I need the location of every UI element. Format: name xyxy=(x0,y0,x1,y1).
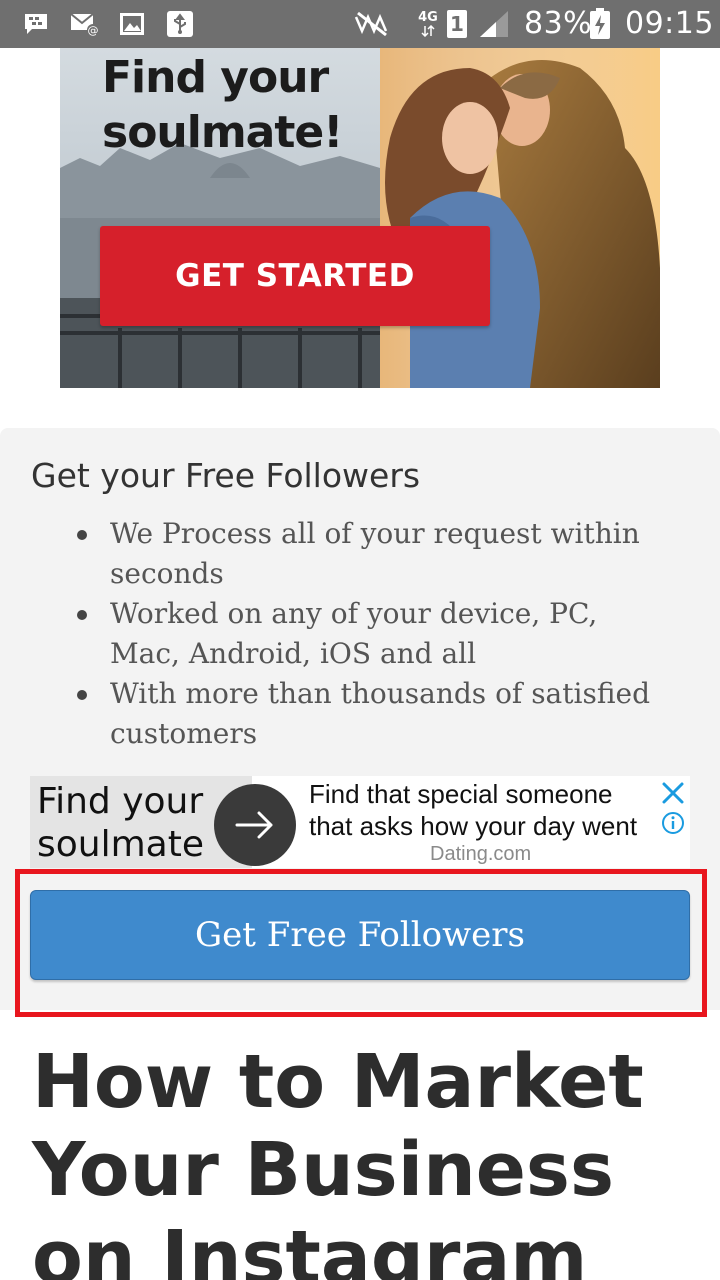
banner-headline: Find your soulmate! xyxy=(102,52,343,158)
status-bar: @ 4G 1 83% 09:15 xyxy=(0,0,720,48)
card-title: Get your Free Followers xyxy=(31,456,421,495)
banner-ad[interactable]: Find your soulmate! GET STARTED xyxy=(60,48,660,388)
image-icon xyxy=(118,10,146,38)
sim-slot-label: 1 xyxy=(447,10,467,38)
feature-item: With more than thousands of satisfied cu… xyxy=(77,674,670,754)
article-title: How to Market Your Business on Instagram xyxy=(32,1039,644,1280)
ad-line-2: that asks how your day went xyxy=(309,811,638,841)
info-icon[interactable] xyxy=(661,811,685,835)
native-ad[interactable]: Find your soulmate Find that special som… xyxy=(30,776,690,868)
bullet-icon xyxy=(77,690,87,700)
network-4g-label: 4G xyxy=(418,10,438,25)
close-icon[interactable] xyxy=(660,780,686,806)
feature-item: Worked on any of your device, PC, Mac, A… xyxy=(77,594,670,674)
battery-percent: 83% xyxy=(524,6,593,41)
ad-line-1: Find that special someone xyxy=(309,779,613,809)
feature-text: With more than thousands of satisfied cu… xyxy=(110,677,650,750)
bullet-icon xyxy=(77,530,87,540)
signal-icon xyxy=(478,10,510,38)
bullet-icon xyxy=(77,610,87,620)
clock: 09:15 xyxy=(625,6,714,41)
feature-text: We Process all of your request within se… xyxy=(110,517,640,590)
feature-list: We Process all of your request within se… xyxy=(77,514,670,754)
network-4g-icon: 4G xyxy=(413,10,443,38)
get-started-button[interactable]: GET STARTED xyxy=(100,226,490,326)
ad-source: Dating.com xyxy=(430,843,532,865)
feature-text: Worked on any of your device, PC, Mac, A… xyxy=(110,597,598,670)
usb-icon xyxy=(166,10,194,38)
bbm-icon xyxy=(22,10,50,38)
ad-open-button[interactable] xyxy=(214,784,296,866)
sim-icon: 1 xyxy=(446,10,468,38)
followers-card: Get your Free Followers We Process all o… xyxy=(0,428,720,1017)
feature-item: We Process all of your request within se… xyxy=(77,514,670,594)
get-free-followers-button[interactable]: Get Free Followers xyxy=(30,890,690,980)
mail-icon: @ xyxy=(70,10,100,38)
mute-icon xyxy=(352,10,392,38)
battery-charging-icon xyxy=(588,8,612,39)
arrow-right-icon xyxy=(235,811,273,839)
svg-text:@: @ xyxy=(88,24,99,37)
